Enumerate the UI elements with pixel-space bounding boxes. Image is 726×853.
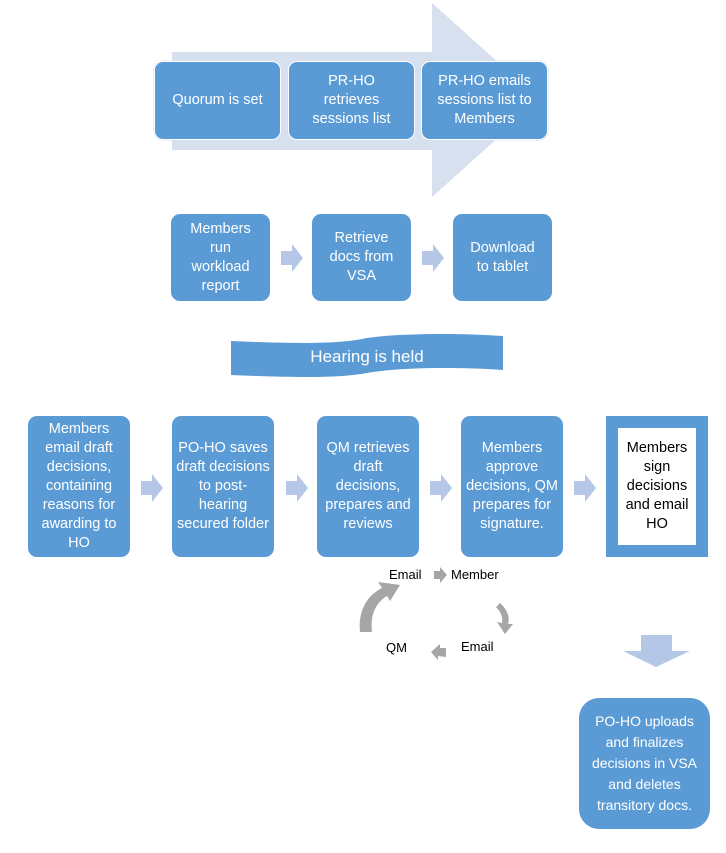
final-step-upload-finalize: PO-HO uploads and finalizes decisions in… xyxy=(579,698,710,829)
cycle-label-email-bottom: Email xyxy=(461,639,494,654)
step-label: PO-HO saves draft decisions to post-hear… xyxy=(176,440,270,532)
cycle-arrow-email-to-qm xyxy=(431,644,446,660)
stage3-arrow-3 xyxy=(430,474,452,502)
cycle-label-email-top: Email xyxy=(389,567,422,582)
down-arrow-final xyxy=(623,635,690,667)
stage1-step-retrieve-sessions: PR-HO retrieves sessions list xyxy=(288,61,415,140)
cycle-arrow-member-to-email xyxy=(496,603,513,634)
step-label: PR-HO emails sessions list to Members xyxy=(437,73,532,127)
step-label: Members approve decisions, QM prepares f… xyxy=(466,440,558,532)
hearing-banner: Hearing is held xyxy=(310,347,424,366)
stage1-step-quorum-set: Quorum is set xyxy=(154,61,281,140)
stage3-step-sign-decisions: Members sign decisions and email HO xyxy=(606,416,708,557)
stage3-arrow-4 xyxy=(574,474,596,502)
step-label: Members sign decisions and email HO xyxy=(625,440,689,532)
step-label: Retrieve docs from VSA xyxy=(329,230,394,284)
stage3-step-approve: Members approve decisions, QM prepares f… xyxy=(461,416,563,557)
stage2-step-download-tablet: Download to tablet xyxy=(453,214,552,301)
stage3-step-email-drafts: Members email draft decisions, containin… xyxy=(28,416,130,557)
step-label: Members run workload report xyxy=(190,220,251,294)
stage3-arrow-1 xyxy=(141,474,163,502)
step-label: PR-HO retrieves sessions list xyxy=(312,73,391,127)
step-label: Quorum is set xyxy=(172,92,263,108)
step-label: Members email draft decisions, containin… xyxy=(41,421,117,551)
stage2-arrow-2 xyxy=(422,244,444,272)
step-label: Download to tablet xyxy=(470,239,535,275)
cycle-arrow-email-to-member xyxy=(434,567,447,583)
stage2-step-workload-report: Members run workload report xyxy=(171,214,270,301)
step-label: QM retrieves draft decisions, prepares a… xyxy=(325,440,411,532)
cycle-label-qm: QM xyxy=(386,640,407,655)
stage3-step-save-drafts: PO-HO saves draft decisions to post-hear… xyxy=(172,416,274,557)
cycle-label-member: Member xyxy=(451,567,499,582)
stage2-arrow-1 xyxy=(281,244,303,272)
stage3-step-qm-review: QM retrieves draft decisions, prepares a… xyxy=(317,416,419,557)
step-label: PO-HO uploads and finalizes decisions in… xyxy=(591,713,698,813)
stage1-step-email-sessions: PR-HO emails sessions list to Members xyxy=(421,61,548,140)
stage2-step-retrieve-docs: Retrieve docs from VSA xyxy=(312,214,411,301)
cycle-arrow-qm-to-email xyxy=(359,582,400,632)
stage3-arrow-2 xyxy=(286,474,308,502)
